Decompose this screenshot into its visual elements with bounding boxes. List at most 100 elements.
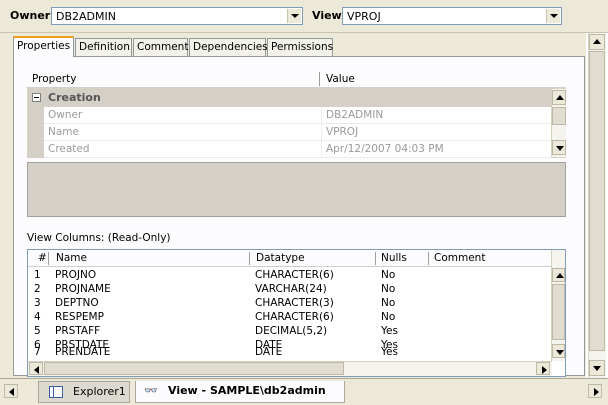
column-nulls: No — [381, 269, 396, 281]
owner-value: DB2ADMIN — [56, 10, 116, 23]
scroll-thumb[interactable] — [44, 362, 344, 375]
tab-properties[interactable]: Properties — [13, 36, 74, 57]
column-divider[interactable] — [319, 72, 320, 86]
object-header-bar: Owner DB2ADMIN View VPROJ — [0, 0, 608, 33]
tab-label: View - SAMPLE\db2admin — [168, 384, 326, 397]
row-num: 4 — [34, 311, 41, 323]
scroll-up-arrow-icon[interactable] — [552, 90, 566, 105]
table-row[interactable]: 2 PROJNAME VARCHAR(24) No — [28, 283, 552, 297]
property-value: DB2ADMIN — [326, 109, 384, 121]
view-value: VPROJ — [347, 10, 381, 23]
tab-comment[interactable]: Comment — [133, 38, 188, 56]
column-divider[interactable] — [249, 252, 250, 265]
row-gutter — [28, 141, 44, 158]
explorer-window-icon — [49, 386, 63, 398]
name-column-header[interactable]: Name — [56, 252, 87, 264]
column-name: DEPTNO — [55, 297, 99, 309]
column-nulls: No — [381, 283, 396, 295]
column-datatype: DECIMAL(5,2) — [255, 325, 328, 337]
column-divider[interactable] — [375, 252, 376, 265]
table-row[interactable]: 7 PRENDATE DATE Yes — [28, 346, 552, 360]
tab-label: Comment — [137, 41, 189, 53]
row-divider — [321, 124, 322, 141]
comment-column-header[interactable]: Comment — [434, 252, 485, 264]
document-tab-bar: Explorer1 👓 View - SAMPLE\db2admin — [0, 378, 608, 405]
scroll-down-arrow-icon[interactable] — [552, 344, 565, 358]
num-column-header[interactable]: # — [38, 252, 47, 264]
property-row-created[interactable]: Created Apr/12/2007 04:03 PM — [28, 141, 552, 158]
tab-permissions[interactable]: Permissions — [267, 38, 333, 56]
property-value: VPROJ — [326, 126, 359, 138]
column-name: PRSTAFF — [55, 325, 101, 337]
property-name: Name — [48, 126, 79, 138]
column-name: PROJNO — [55, 269, 97, 281]
view-columns-label: View Columns: (Read-Only) — [27, 232, 171, 244]
property-row-name[interactable]: Name VPROJ — [28, 124, 552, 141]
tab-label: Permissions — [271, 41, 334, 53]
row-num: 2 — [34, 283, 41, 295]
property-column-header: Property — [32, 73, 77, 85]
tab-definition[interactable]: Definition — [75, 38, 132, 56]
table-row[interactable]: 3 DEPTNO CHARACTER(3) No — [28, 297, 552, 311]
property-grid-header: Property Value — [26, 70, 566, 88]
scroll-left-arrow-icon[interactable] — [29, 362, 43, 375]
tab-dependencies[interactable]: Dependencies — [189, 38, 268, 56]
row-gutter — [28, 124, 44, 141]
main-vertical-scrollbar[interactable] — [588, 33, 606, 378]
row-num: 5 — [34, 325, 41, 337]
value-column-header: Value — [326, 73, 355, 85]
chevron-down-icon[interactable] — [546, 9, 560, 23]
column-divider[interactable] — [48, 252, 49, 265]
collapse-minus-icon[interactable] — [32, 93, 41, 102]
owner-dropdown[interactable]: DB2ADMIN — [51, 7, 303, 25]
property-row-owner[interactable]: Owner DB2ADMIN — [28, 107, 552, 124]
table-row[interactable]: 1 PROJNO CHARACTER(6) No — [28, 269, 552, 283]
scroll-thumb[interactable] — [552, 284, 565, 340]
category-label: Creation — [48, 91, 101, 104]
row-divider — [321, 107, 322, 124]
tab-label: Explorer1 — [73, 385, 126, 398]
scroll-thumb[interactable] — [552, 107, 566, 125]
column-name: PROJNAME — [55, 283, 111, 295]
scroll-thumb[interactable] — [589, 51, 605, 351]
column-nulls: Yes — [381, 346, 398, 358]
nulls-column-header[interactable]: Nulls — [381, 252, 407, 264]
columns-grid-vertical-scrollbar[interactable] — [551, 250, 565, 361]
view-label: View — [312, 9, 342, 22]
column-nulls: No — [381, 297, 396, 309]
property-value: Apr/12/2007 04:03 PM — [326, 143, 444, 155]
column-name: PRENDATE — [55, 346, 111, 358]
column-datatype: VARCHAR(24) — [255, 283, 327, 295]
tab-scroll-left-icon[interactable] — [4, 384, 18, 398]
column-datatype: CHARACTER(6) — [255, 269, 334, 281]
columns-grid-horizontal-scrollbar[interactable] — [28, 361, 552, 376]
row-num: 3 — [34, 297, 41, 309]
column-name: RESPEMP — [55, 311, 104, 323]
column-datatype: CHARACTER(6) — [255, 311, 334, 323]
tab-explorer1[interactable]: Explorer1 — [38, 381, 130, 403]
table-row[interactable]: 5 PRSTAFF DECIMAL(5,2) Yes — [28, 325, 552, 339]
chevron-down-icon[interactable] — [287, 9, 301, 23]
tab-view-sample[interactable]: 👓 View - SAMPLE\db2admin — [135, 381, 345, 403]
datatype-column-header[interactable]: Datatype — [256, 252, 305, 264]
property-name: Created — [48, 143, 90, 155]
table-row[interactable]: 4 RESPEMP CHARACTER(6) No — [28, 311, 552, 325]
column-nulls: No — [381, 311, 396, 323]
column-datatype: DATE — [255, 346, 283, 358]
view-dropdown[interactable]: VPROJ — [342, 7, 562, 25]
scroll-up-arrow-icon[interactable] — [552, 268, 565, 282]
scroll-down-arrow-icon[interactable] — [589, 360, 605, 376]
column-datatype: CHARACTER(3) — [255, 297, 334, 309]
view-glasses-icon: 👓 — [144, 384, 158, 397]
columns-grid-header: # Name Datatype Nulls Comment — [28, 250, 552, 267]
view-columns-grid: # Name Datatype Nulls Comment 1 PROJNO C… — [27, 249, 566, 377]
category-row-creation[interactable]: Creation — [28, 89, 552, 107]
tab-scroll-right-icon[interactable] — [588, 384, 602, 398]
scroll-down-arrow-icon[interactable] — [552, 140, 566, 155]
tab-label: Dependencies — [193, 41, 268, 53]
scroll-right-arrow-icon[interactable] — [536, 362, 550, 375]
scroll-up-arrow-icon[interactable] — [589, 34, 605, 50]
row-num: 1 — [34, 269, 41, 281]
column-divider[interactable] — [428, 252, 429, 265]
property-grid-scrollbar[interactable] — [551, 89, 566, 157]
